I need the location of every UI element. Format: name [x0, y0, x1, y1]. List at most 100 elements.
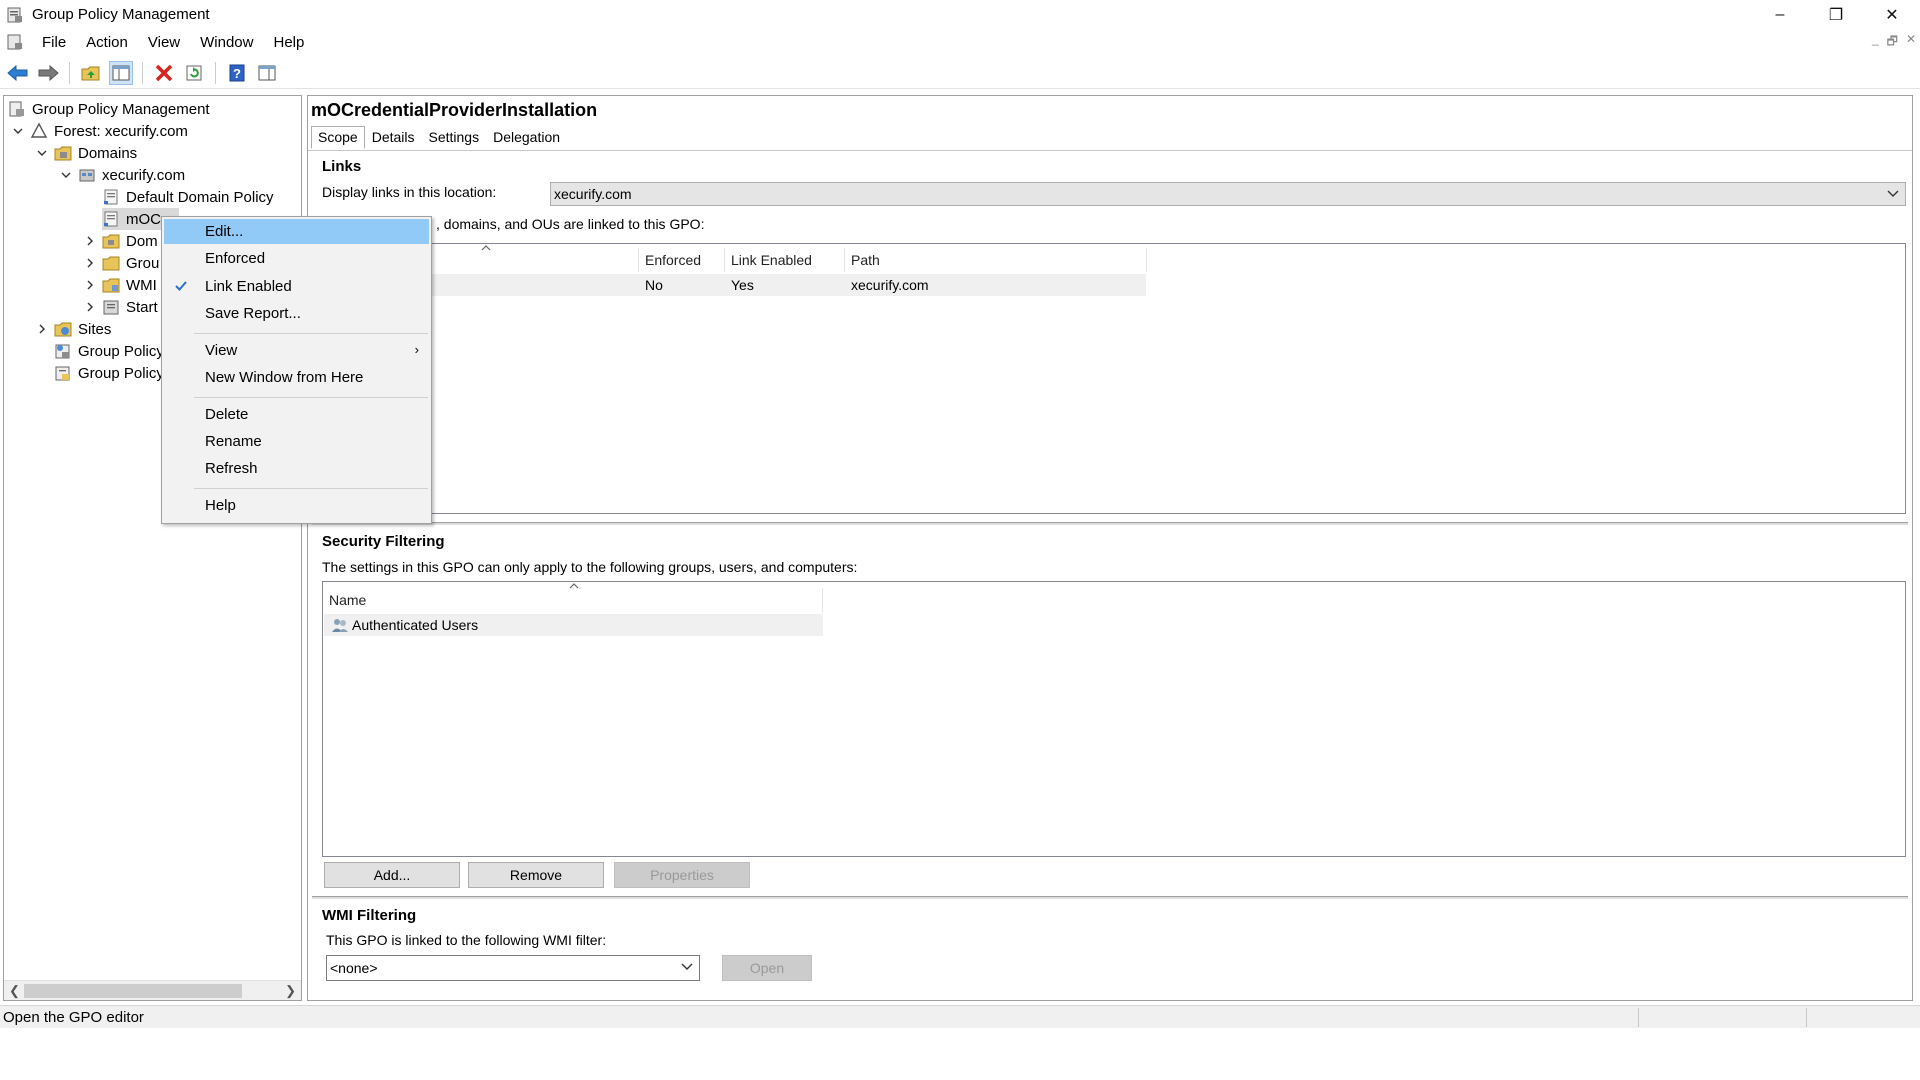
tree-item-forest[interactable]: Forest: xecurify.com	[10, 120, 188, 142]
tab-details[interactable]: Details	[365, 126, 422, 149]
menu-item-label: Save Report...	[205, 305, 301, 322]
context-menu-refresh[interactable]: Refresh	[164, 456, 429, 481]
column-header-link-enabled[interactable]: Link Enabled	[725, 248, 845, 272]
back-button[interactable]	[6, 61, 30, 85]
collapsed-chevron-icon[interactable]	[82, 299, 98, 315]
restore-button[interactable]: ❐	[1808, 0, 1864, 29]
tree-item-label: Sites	[78, 320, 112, 338]
tree-item-label: Start	[126, 298, 158, 316]
open-wmi-filter-button[interactable]: Open	[722, 955, 812, 981]
tree-item-domain-controllers[interactable]: Dom	[82, 230, 158, 252]
section-splitter[interactable]	[312, 896, 1908, 899]
show-action-pane-button[interactable]	[255, 61, 279, 85]
menu-window[interactable]: Window	[190, 34, 263, 51]
tree-item-label: Grou	[126, 254, 160, 272]
gpm-root-icon	[9, 101, 24, 117]
show-hide-tree-button[interactable]	[109, 60, 133, 85]
tree-item-group-policy-results[interactable]: Group Policy	[54, 362, 164, 384]
collapsed-chevron-icon[interactable]	[82, 233, 98, 249]
tab-delegation[interactable]: Delegation	[486, 126, 567, 149]
mdi-restore-button[interactable]: 🗗	[1887, 32, 1898, 53]
checkmark-icon	[174, 279, 188, 297]
refresh-icon	[186, 65, 202, 80]
delete-button[interactable]	[152, 61, 176, 85]
mmc-document-icon[interactable]	[6, 33, 24, 51]
wmi-filtering-title: WMI Filtering	[322, 907, 417, 924]
remove-button[interactable]: Remove	[468, 862, 604, 888]
mdi-close-button[interactable]: ✕	[1906, 32, 1916, 53]
context-menu-save-report[interactable]: Save Report...	[164, 301, 429, 326]
add-button[interactable]: Add...	[324, 862, 460, 888]
menu-item-label: Link Enabled	[205, 278, 292, 295]
toolbar: ?	[0, 57, 1920, 89]
scrollbar-thumb[interactable]	[24, 984, 242, 998]
tree-item-starter-gpos[interactable]: Start	[82, 296, 158, 318]
context-menu-help[interactable]: Help	[164, 493, 429, 518]
forward-button[interactable]	[36, 61, 60, 85]
toolbar-separator	[69, 61, 70, 84]
up-one-level-button[interactable]	[79, 61, 103, 85]
collapsed-chevron-icon[interactable]	[82, 255, 98, 271]
menu-item-label: Refresh	[205, 460, 258, 477]
scroll-left-arrow-icon[interactable]: ❮	[9, 983, 20, 999]
close-button[interactable]: ✕	[1864, 0, 1920, 29]
minimize-button[interactable]: –	[1752, 0, 1808, 29]
context-menu-rename[interactable]: Rename	[164, 429, 429, 454]
details-tabs: Scope Details Settings Delegation	[311, 126, 567, 149]
section-splitter[interactable]	[312, 522, 1908, 525]
tree-item-group-policy-objects[interactable]: Grou	[82, 252, 159, 274]
context-menu-edit[interactable]: Edit...	[164, 219, 429, 244]
tree-item-gpm-root[interactable]: Group Policy Management	[8, 98, 210, 120]
domain-icon	[79, 169, 95, 182]
mdi-minimize-button[interactable]: _	[1872, 32, 1879, 53]
security-filtering-list[interactable]: Name Authenticated Users	[322, 581, 1906, 857]
sites-icon	[54, 322, 72, 337]
tree-item-domain-xecurify[interactable]: xecurify.com	[58, 164, 185, 186]
menu-separator	[194, 488, 428, 489]
menu-item-label: Enforced	[205, 250, 266, 267]
folder-icon	[102, 256, 120, 271]
context-menu-link-enabled[interactable]: Link Enabled	[164, 274, 429, 299]
forward-arrow-icon	[38, 64, 59, 81]
context-menu-delete[interactable]: Delete	[164, 402, 429, 427]
tree-item-domains[interactable]: Domains	[34, 142, 137, 164]
menu-help[interactable]: Help	[263, 34, 314, 51]
properties-button[interactable]: Properties	[614, 862, 750, 888]
expanded-chevron-icon[interactable]	[58, 167, 74, 183]
menu-file[interactable]: File	[32, 34, 76, 51]
ou-folder-icon	[102, 234, 120, 249]
scroll-right-arrow-icon[interactable]: ❯	[285, 983, 296, 999]
wmi-filter-dropdown[interactable]: <none>	[326, 955, 700, 981]
menu-separator	[194, 333, 428, 334]
collapsed-chevron-icon[interactable]	[34, 321, 50, 337]
menu-action[interactable]: Action	[76, 34, 138, 51]
menu-item-label: Edit...	[205, 223, 244, 240]
expanded-chevron-icon[interactable]	[34, 145, 50, 161]
column-header-name[interactable]: Name	[323, 588, 823, 612]
details-pane: mOCredentialProviderInstallation Scope D…	[307, 95, 1913, 1001]
context-menu-view[interactable]: View ›	[164, 338, 429, 363]
context-menu-enforced[interactable]: Enforced	[164, 246, 429, 271]
back-arrow-icon	[7, 64, 28, 81]
modeling-icon	[55, 344, 70, 359]
context-menu-new-window[interactable]: New Window from Here	[164, 365, 429, 390]
links-list[interactable]: Enforced Link Enabled Path No Yes xecuri…	[322, 243, 1906, 514]
tree-item-wmi-filters[interactable]: WMI	[82, 274, 157, 296]
column-header-enforced[interactable]: Enforced	[639, 248, 725, 272]
refresh-button[interactable]	[182, 61, 206, 85]
tree-horizontal-scrollbar[interactable]: ❮ ❯	[4, 980, 301, 1000]
tree-item-sites[interactable]: Sites	[34, 318, 111, 340]
column-header-path[interactable]: Path	[845, 248, 1147, 272]
tree-item-default-domain-policy[interactable]: Default Domain Policy	[102, 186, 274, 208]
tab-settings[interactable]: Settings	[422, 126, 487, 149]
menu-view[interactable]: View	[138, 34, 190, 51]
help-button[interactable]: ?	[225, 61, 249, 85]
links-location-dropdown[interactable]: xecurify.com	[550, 182, 1906, 206]
domains-folder-icon	[54, 146, 72, 161]
tree-item-group-policy-modeling[interactable]: Group Policy	[54, 340, 164, 362]
collapsed-chevron-icon[interactable]	[82, 277, 98, 293]
tab-scope[interactable]: Scope	[311, 126, 365, 149]
window-title: Group Policy Management	[32, 6, 210, 23]
expanded-chevron-icon[interactable]	[10, 123, 26, 139]
menu-item-label: New Window from Here	[205, 369, 364, 386]
